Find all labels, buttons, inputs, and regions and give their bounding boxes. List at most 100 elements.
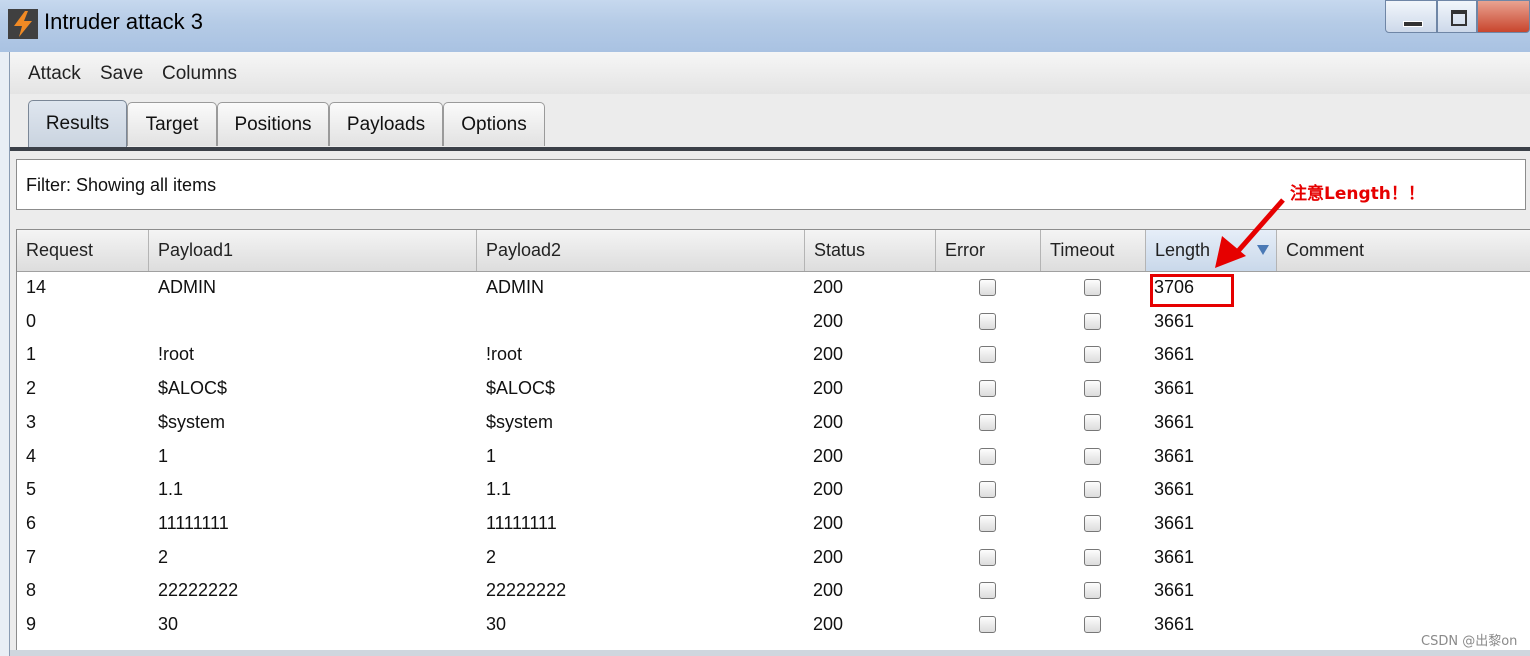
table-row[interactable]: 1 !root !root 200 3661 (17, 338, 1530, 372)
filter-label: Filter: Showing all items (26, 175, 217, 195)
cell-status: 200 (813, 277, 844, 297)
timeout-checkbox[interactable] (1084, 346, 1101, 364)
cell-payload2: 1 (486, 445, 497, 466)
cell-payload1: 1 (158, 445, 169, 466)
cell-status: 200 (813, 445, 844, 466)
error-checkbox[interactable] (979, 616, 996, 633)
table-row[interactable]: 0 200 3661 (17, 305, 1530, 339)
tab-payloads[interactable]: Payloads (329, 102, 443, 146)
timeout-checkbox[interactable] (1084, 616, 1101, 633)
table-row[interactable]: 9 30 30 200 3661 (17, 608, 1530, 642)
menu-columns[interactable]: Columns (162, 63, 237, 85)
cell-status: 200 (813, 546, 844, 567)
table-row[interactable]: 8 22222222 22222222 200 3661 (17, 574, 1530, 608)
tab-options[interactable]: Options (443, 102, 545, 146)
tab-positions[interactable]: Positions (217, 102, 329, 146)
column-header-payload1[interactable]: Payload1 (149, 230, 477, 271)
timeout-checkbox[interactable] (1084, 514, 1101, 532)
tab-divider (10, 147, 1530, 151)
error-checkbox[interactable] (979, 279, 996, 296)
table-row[interactable]: 4 1 1 200 3661 (17, 440, 1530, 474)
cell-request: 3 (26, 411, 37, 432)
cell-payload2: 11111111 (486, 512, 557, 533)
cell-status: 200 (813, 479, 844, 500)
menu-attack[interactable]: Attack (28, 63, 81, 85)
error-checkbox[interactable] (979, 312, 996, 330)
sort-descending-icon (1257, 245, 1269, 255)
table-row[interactable]: 7 2 2 200 3661 (17, 541, 1530, 575)
table-header: Request Payload1 Payload2 Status Error T… (17, 230, 1530, 272)
error-checkbox[interactable] (979, 380, 996, 398)
minimize-icon[interactable] (1385, 0, 1437, 33)
cell-request: 6 (26, 512, 37, 533)
table-row[interactable]: 6 11111111 11111111 200 3661 (17, 507, 1530, 541)
timeout-checkbox[interactable] (1084, 279, 1101, 296)
annotation-text: 注意Length！！ (1290, 184, 1425, 204)
error-checkbox[interactable] (979, 514, 996, 532)
timeout-checkbox[interactable] (1084, 380, 1101, 398)
timeout-checkbox[interactable] (1084, 582, 1101, 600)
table-row[interactable]: 3 $system $system 200 3661 (17, 406, 1530, 440)
column-header-timeout[interactable]: Timeout (1041, 230, 1146, 271)
table-row[interactable]: 2 $ALOC$ $ALOC$ 200 3661 (17, 372, 1530, 406)
error-checkbox[interactable] (979, 413, 996, 431)
cell-length: 3661 (1154, 546, 1195, 567)
timeout-checkbox[interactable] (1084, 481, 1101, 499)
cell-payload1: 1.1 (158, 479, 184, 500)
column-header-status[interactable]: Status (805, 230, 936, 271)
timeout-checkbox[interactable] (1084, 548, 1101, 566)
cell-request: 1 (26, 344, 37, 365)
error-checkbox[interactable] (979, 447, 996, 465)
close-icon[interactable] (1477, 0, 1530, 33)
error-checkbox[interactable] (979, 346, 996, 364)
tab-target[interactable]: Target (127, 102, 217, 146)
cell-payload1: !root (158, 344, 195, 365)
table-row[interactable]: 5 1.1 1.1 200 3661 (17, 473, 1530, 507)
burp-lightning-icon (8, 9, 38, 39)
error-checkbox[interactable] (979, 582, 996, 600)
cell-request: 0 (26, 310, 37, 331)
cell-payload2: $system (486, 411, 554, 432)
cell-status: 200 (813, 378, 844, 399)
cell-request: 9 (26, 614, 37, 634)
cell-payload2: 2 (486, 546, 497, 567)
cell-request: 7 (26, 546, 37, 567)
cell-length: 3661 (1154, 614, 1195, 634)
column-header-comment[interactable]: Comment (1277, 230, 1530, 271)
menu-save[interactable]: Save (100, 63, 143, 85)
column-header-error[interactable]: Error (936, 230, 1041, 271)
column-header-length[interactable]: Length (1146, 230, 1277, 271)
error-checkbox[interactable] (979, 481, 996, 499)
results-table: Request Payload1 Payload2 Status Error T… (16, 229, 1530, 656)
cell-length: 3661 (1154, 580, 1195, 601)
maximize-icon[interactable] (1437, 0, 1477, 33)
timeout-checkbox[interactable] (1084, 447, 1101, 465)
title-bar: Intruder attack 3 (0, 0, 1530, 52)
timeout-checkbox[interactable] (1084, 312, 1101, 330)
cell-payload1: 11111111 (158, 512, 229, 533)
cell-status: 200 (813, 580, 844, 601)
cell-length: 3661 (1154, 445, 1195, 466)
cell-status: 200 (813, 310, 844, 331)
column-header-payload2[interactable]: Payload2 (477, 230, 805, 271)
tab-strip: Results Target Positions Payloads Option… (10, 100, 1530, 148)
tab-results[interactable]: Results (28, 100, 127, 148)
cell-request: 14 (26, 277, 47, 297)
cell-payload2: $ALOC$ (486, 378, 556, 399)
cell-length: 3661 (1154, 310, 1195, 331)
cell-status: 200 (813, 344, 844, 365)
horizontal-scrollbar[interactable] (10, 650, 1530, 656)
error-checkbox[interactable] (979, 548, 996, 566)
cell-length: 3661 (1154, 344, 1195, 365)
column-header-request[interactable]: Request (17, 230, 149, 271)
menu-bar: Attack Save Columns (10, 52, 1530, 94)
watermark: CSDN @出黎on (1421, 634, 1518, 649)
table-row[interactable]: 14 ADMIN ADMIN 200 3706 (17, 271, 1530, 305)
cell-payload1: ADMIN (158, 277, 216, 297)
cell-request: 8 (26, 580, 37, 601)
cell-payload1: 22222222 (158, 580, 239, 601)
cell-request: 2 (26, 378, 37, 399)
timeout-checkbox[interactable] (1084, 413, 1101, 431)
cell-request: 5 (26, 479, 37, 500)
cell-status: 200 (813, 411, 844, 432)
